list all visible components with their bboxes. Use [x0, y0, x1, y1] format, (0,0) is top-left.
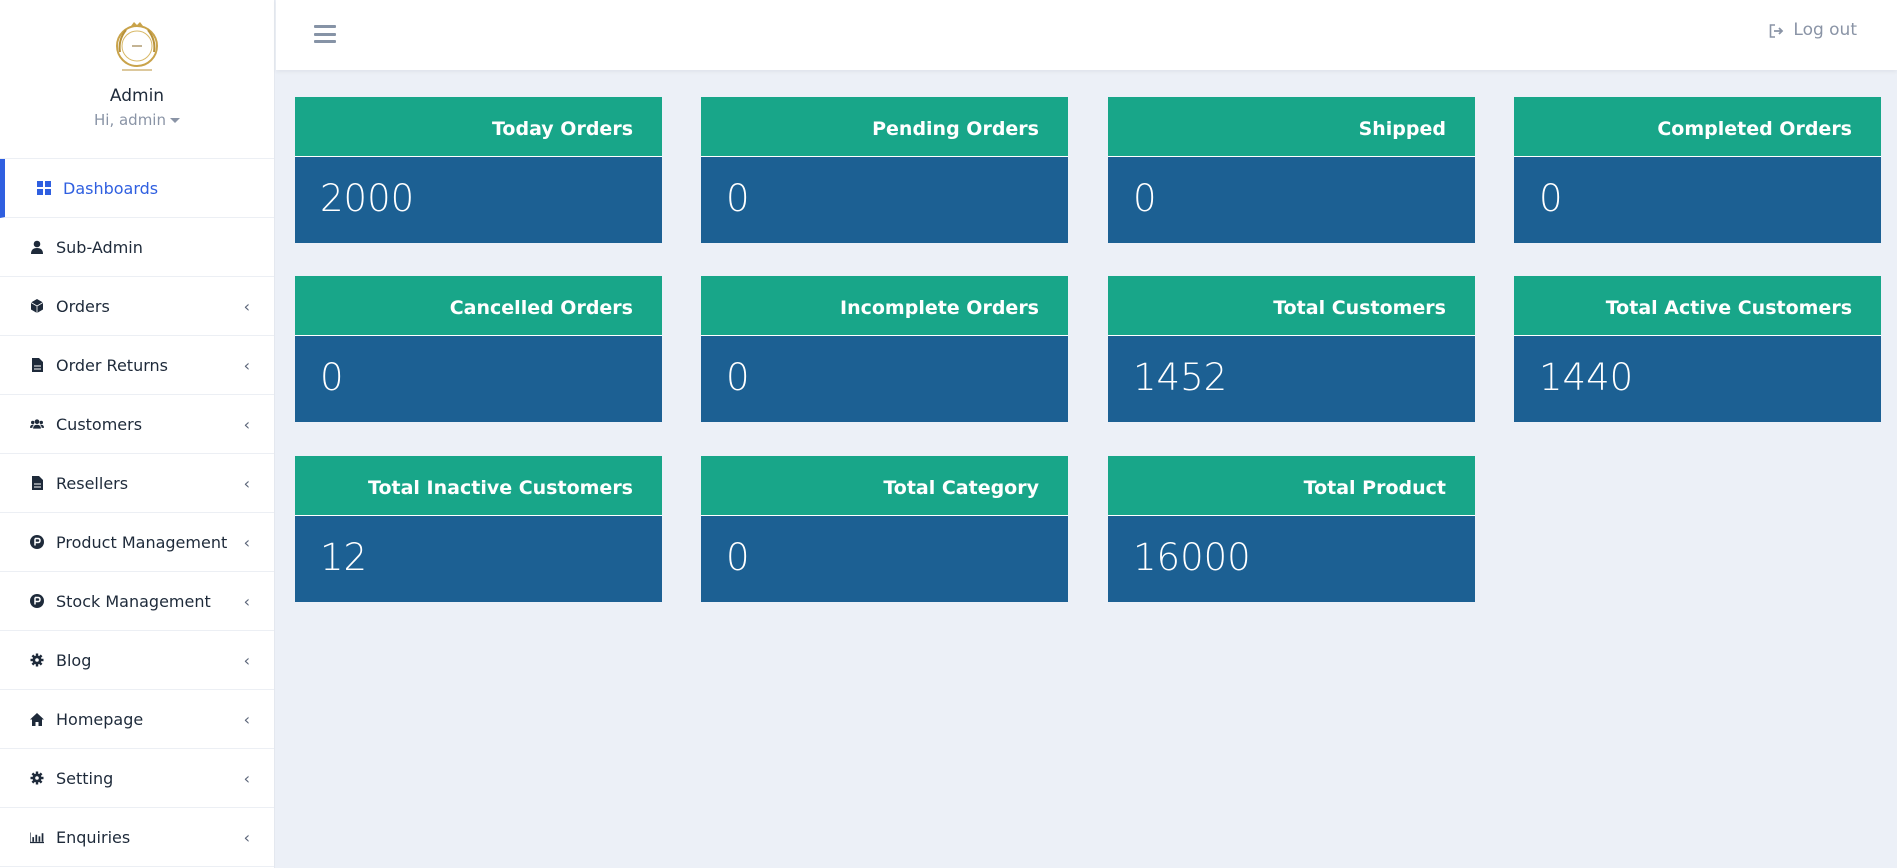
stat-card-title: Total Category — [701, 456, 1068, 516]
file-icon — [30, 358, 44, 372]
sidebar-item-label: Sub-Admin — [56, 237, 143, 257]
grid-icon — [37, 181, 51, 195]
stat-card-value: 0 — [1108, 157, 1475, 243]
stat-card-total-product: Total Product 16000 — [1108, 456, 1475, 602]
sidebar-item-stock-management[interactable]: Stock Management ‹ — [0, 572, 274, 631]
stat-card-value: 1440 — [1514, 336, 1881, 422]
gear-icon — [30, 653, 44, 667]
bar-chart-icon — [30, 830, 44, 844]
sidebar-item-label: Product Management — [56, 532, 228, 552]
caret-down-icon — [169, 117, 180, 123]
chevron-left-icon: ‹ — [243, 591, 250, 611]
admin-greeting: Hi, admin — [94, 111, 166, 129]
chevron-left-icon: ‹ — [243, 296, 250, 316]
sidebar-item-label: Blog — [56, 650, 92, 670]
stat-card-value: 0 — [701, 336, 1068, 422]
admin-name: Admin — [109, 86, 165, 106]
stat-card-value: 2000 — [295, 157, 662, 243]
stat-card-total-inactive-customers: Total Inactive Customers 12 — [295, 456, 662, 602]
cube-icon — [30, 299, 44, 313]
stat-card-title: Total Product — [1108, 456, 1475, 516]
stat-card-title: Total Inactive Customers — [295, 456, 662, 516]
logout-button[interactable]: Log out — [1769, 20, 1857, 40]
chevron-left-icon: ‹ — [243, 355, 250, 375]
sidebar-item-homepage[interactable]: Homepage ‹ — [0, 690, 274, 749]
stat-card-value: 0 — [295, 336, 662, 422]
stat-card-title: Cancelled Orders — [295, 276, 662, 336]
users-icon — [30, 417, 44, 431]
chevron-left-icon: ‹ — [243, 414, 250, 434]
sidebar-item-dashboards[interactable]: Dashboards — [0, 159, 274, 218]
profile-block: Admin Hi, admin — [0, 0, 274, 159]
logout-label: Log out — [1793, 20, 1857, 40]
sidebar-item-label: Orders — [56, 296, 110, 316]
stat-card-title: Pending Orders — [701, 97, 1068, 157]
stat-card-title: Shipped — [1108, 97, 1475, 157]
stat-card-total-category: Total Category 0 — [701, 456, 1068, 602]
file-icon — [30, 476, 44, 490]
stat-card-today-orders: Today Orders 2000 — [295, 97, 662, 243]
stat-card-title: Total Active Customers — [1514, 276, 1881, 336]
brand-logo — [116, 22, 158, 71]
sidebar-item-label: Customers — [56, 414, 143, 434]
user-menu-toggle[interactable]: Hi, admin — [94, 111, 180, 129]
gear-icon — [30, 771, 44, 785]
stat-card-shipped: Shipped 0 — [1108, 97, 1475, 243]
chevron-left-icon: ‹ — [243, 768, 250, 788]
sidebar-item-setting[interactable]: Setting ‹ — [0, 749, 274, 808]
sidebar-item-label: Resellers — [56, 473, 129, 493]
sidebar-item-sub-admin[interactable]: Sub-Admin — [0, 218, 274, 277]
stat-card-value: 12 — [295, 516, 662, 602]
sign-out-icon — [1769, 23, 1785, 38]
sidebar-item-label: Homepage — [56, 709, 144, 729]
sidebar: Admin Hi, admin Dashboards Sub-Admin Ord… — [0, 0, 275, 868]
sidebar-item-label: Order Returns — [56, 355, 168, 375]
sidebar-item-label: Setting — [56, 768, 114, 788]
sidebar-item-label: Dashboards — [63, 178, 159, 198]
chevron-left-icon: ‹ — [243, 473, 250, 493]
chevron-left-icon: ‹ — [243, 709, 250, 729]
menu-toggle-icon[interactable] — [314, 25, 336, 43]
sidebar-item-order-returns[interactable]: Order Returns ‹ — [0, 336, 274, 395]
home-icon — [30, 712, 44, 726]
stat-card-value: 1452 — [1108, 336, 1475, 422]
stat-card-total-active-customers: Total Active Customers 1440 — [1514, 276, 1881, 422]
chevron-left-icon: ‹ — [243, 650, 250, 670]
stat-card-value: 0 — [701, 516, 1068, 602]
sidebar-item-label: Stock Management — [56, 591, 211, 611]
sidebar-item-resellers[interactable]: Resellers ‹ — [0, 454, 274, 513]
sidebar-menu: Dashboards Sub-Admin Orders ‹ Order Retu… — [0, 159, 274, 867]
sidebar-item-orders[interactable]: Orders ‹ — [0, 277, 274, 336]
stat-card-title: Completed Orders — [1514, 97, 1881, 157]
stat-card-value: 0 — [1514, 157, 1881, 243]
stat-card-incomplete-orders: Incomplete Orders 0 — [701, 276, 1068, 422]
sidebar-item-label: Enquiries — [56, 827, 131, 847]
sidebar-item-blog[interactable]: Blog ‹ — [0, 631, 274, 690]
stat-card-total-customers: Total Customers 1452 — [1108, 276, 1475, 422]
user-icon — [30, 240, 44, 254]
product-icon — [30, 594, 44, 608]
stat-card-title: Total Customers — [1108, 276, 1475, 336]
chevron-left-icon: ‹ — [243, 532, 250, 552]
sidebar-item-product-management[interactable]: Product Management ‹ — [0, 513, 274, 572]
stat-card-value: 16000 — [1108, 516, 1475, 602]
sidebar-item-enquiries[interactable]: Enquiries ‹ — [0, 808, 274, 867]
product-icon — [30, 535, 44, 549]
stat-card-title: Incomplete Orders — [701, 276, 1068, 336]
stat-card-pending-orders: Pending Orders 0 — [701, 97, 1068, 243]
chevron-left-icon: ‹ — [243, 827, 250, 847]
stat-card-cancelled-orders: Cancelled Orders 0 — [295, 276, 662, 422]
stat-card-title: Today Orders — [295, 97, 662, 157]
stat-card-value: 0 — [701, 157, 1068, 243]
stat-card-completed-orders: Completed Orders 0 — [1514, 97, 1881, 243]
sidebar-item-customers[interactable]: Customers ‹ — [0, 395, 274, 454]
topbar: Log out — [276, 0, 1897, 70]
